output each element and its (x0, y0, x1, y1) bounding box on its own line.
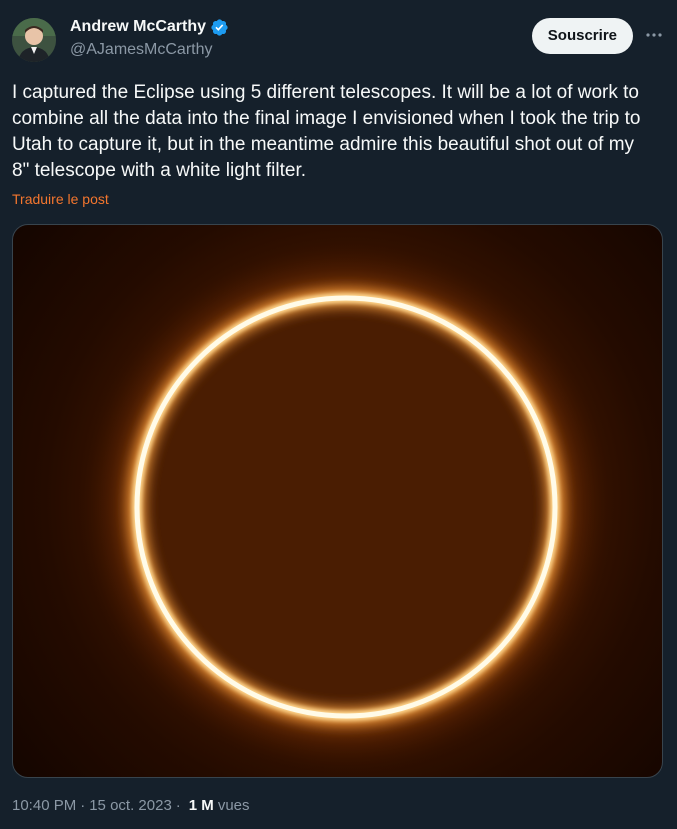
author-handle[interactable]: @AJamesMcCarthy (70, 41, 229, 59)
tweet-header: Andrew McCarthy @AJamesMcCarthy Souscrir… (12, 14, 665, 66)
author-name[interactable]: Andrew McCarthy (70, 18, 206, 36)
tweet-text: I captured the Eclipse using 5 different… (12, 82, 641, 181)
tweet-media-eclipse-photo[interactable] (12, 224, 663, 778)
tweet-time[interactable]: 10:40 PM (12, 797, 76, 814)
meta-separator: · (80, 797, 86, 814)
avatar-image (12, 18, 56, 62)
avatar[interactable] (12, 18, 56, 62)
views-count: 1 M (188, 797, 214, 814)
subscribe-button[interactable]: Souscrire (531, 18, 633, 54)
verified-badge-icon (210, 18, 229, 37)
views-label: vues (217, 797, 250, 814)
tweet: Andrew McCarthy @AJamesMcCarthy Souscrir… (0, 0, 677, 829)
tweet-meta: 10:40 PM · 15 oct. 2023 · 1 M vues (12, 797, 250, 814)
eclipse-image (76, 237, 616, 777)
author-name-row: Andrew McCarthy (70, 16, 229, 38)
translate-link[interactable]: Traduire le post (12, 191, 109, 207)
meta-separator: · (175, 797, 181, 814)
tweet-date[interactable]: 15 oct. 2023 (89, 797, 172, 814)
author-info: Andrew McCarthy @AJamesMcCarthy (70, 16, 229, 59)
more-horizontal-icon[interactable] (643, 24, 665, 46)
